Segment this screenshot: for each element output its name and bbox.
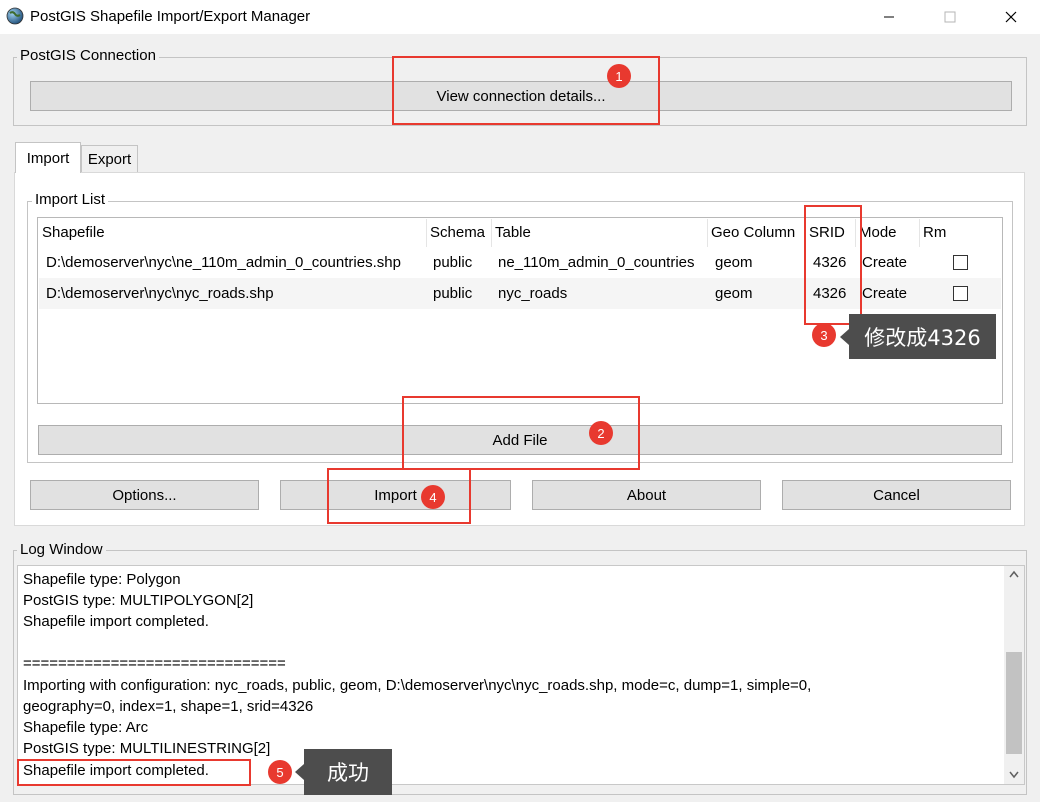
title-bar: PostGIS Shapefile Import/Export Manager (0, 0, 1040, 34)
annotation-badge-3: 3 (812, 323, 836, 347)
cell-schema: public (433, 254, 473, 271)
log-line: PostGIS type: MULTIPOLYGON[2] (23, 592, 254, 609)
postgis-connection-legend: PostGIS Connection (17, 47, 159, 65)
cancel-button[interactable]: Cancel (782, 480, 1011, 510)
log-line: Shapefile type: Polygon (23, 571, 181, 588)
column-header-mode[interactable]: Mode (856, 219, 920, 247)
cell-table: nyc_roads (498, 285, 568, 302)
log-line: geography=0, index=1, shape=1, srid=4326 (23, 698, 314, 715)
chevron-down-icon[interactable] (1009, 771, 1019, 779)
cell-mode[interactable]: Create (862, 247, 907, 278)
log-scrollbar[interactable] (1004, 566, 1024, 784)
annotation-callout-success: 成功 (295, 749, 392, 795)
annotation-badge-4: 4 (421, 485, 445, 509)
log-line: Shapefile import completed. (23, 613, 209, 630)
column-header-geo-column[interactable]: Geo Column (708, 219, 806, 247)
column-header-schema[interactable]: Schema (427, 219, 492, 247)
close-button[interactable] (988, 0, 1034, 34)
cell-table: ne_110m_admin_0_countries (498, 254, 695, 271)
annotation-badge-2: 2 (589, 421, 613, 445)
about-button[interactable]: About (532, 480, 761, 510)
callout-text: 成功 (327, 761, 369, 785)
close-icon (1005, 11, 1017, 23)
import-list-legend: Import List (32, 191, 109, 209)
log-window-legend: Log Window (17, 541, 106, 559)
chevron-up-icon[interactable] (1009, 570, 1019, 578)
callout-arrow (295, 764, 304, 780)
tab-export[interactable]: Export (81, 145, 138, 173)
log-line: ============================== (23, 655, 286, 672)
annotation-box-log-completed (17, 759, 251, 786)
annotation-callout-srid: 修改成4326 (840, 314, 996, 359)
cell-shapefile: D:\demoserver\nyc\ne_110m_admin_0_countr… (46, 254, 401, 271)
minimize-icon (884, 16, 894, 18)
annotation-badge-5: 5 (268, 760, 292, 784)
column-header-table[interactable]: Table (492, 219, 708, 247)
globe-icon (6, 7, 24, 25)
callout-arrow (840, 328, 849, 345)
log-text-area[interactable]: Shapefile type: Polygon PostGIS type: MU… (17, 565, 1025, 785)
log-line: Shapefile type: Arc (23, 719, 149, 736)
cell-geo-column: geom (715, 254, 753, 271)
scrollbar-thumb[interactable] (1006, 652, 1022, 754)
rm-checkbox[interactable] (953, 255, 968, 270)
maximize-button[interactable] (927, 0, 973, 34)
log-line: Importing with configuration: nyc_roads,… (23, 677, 812, 694)
window-title: PostGIS Shapefile Import/Export Manager (30, 8, 311, 25)
annotation-box-srid (804, 205, 862, 325)
cell-mode[interactable]: Create (862, 278, 907, 309)
rm-checkbox[interactable] (953, 286, 968, 301)
options-button[interactable]: Options... (30, 480, 259, 510)
cell-shapefile: D:\demoserver\nyc\nyc_roads.shp (46, 285, 274, 302)
annotation-badge-1: 1 (607, 64, 631, 88)
minimize-button[interactable] (866, 0, 912, 34)
tab-import[interactable]: Import (15, 142, 81, 173)
maximize-icon (944, 11, 956, 23)
cell-geo-column: geom (715, 285, 753, 302)
log-line: PostGIS type: MULTILINESTRING[2] (23, 740, 271, 757)
cell-schema: public (433, 285, 473, 302)
column-header-shapefile[interactable]: Shapefile (39, 219, 427, 247)
column-header-rm[interactable]: Rm (920, 219, 1000, 247)
callout-text: 修改成4326 (864, 325, 981, 350)
annotation-box-import (327, 468, 471, 524)
